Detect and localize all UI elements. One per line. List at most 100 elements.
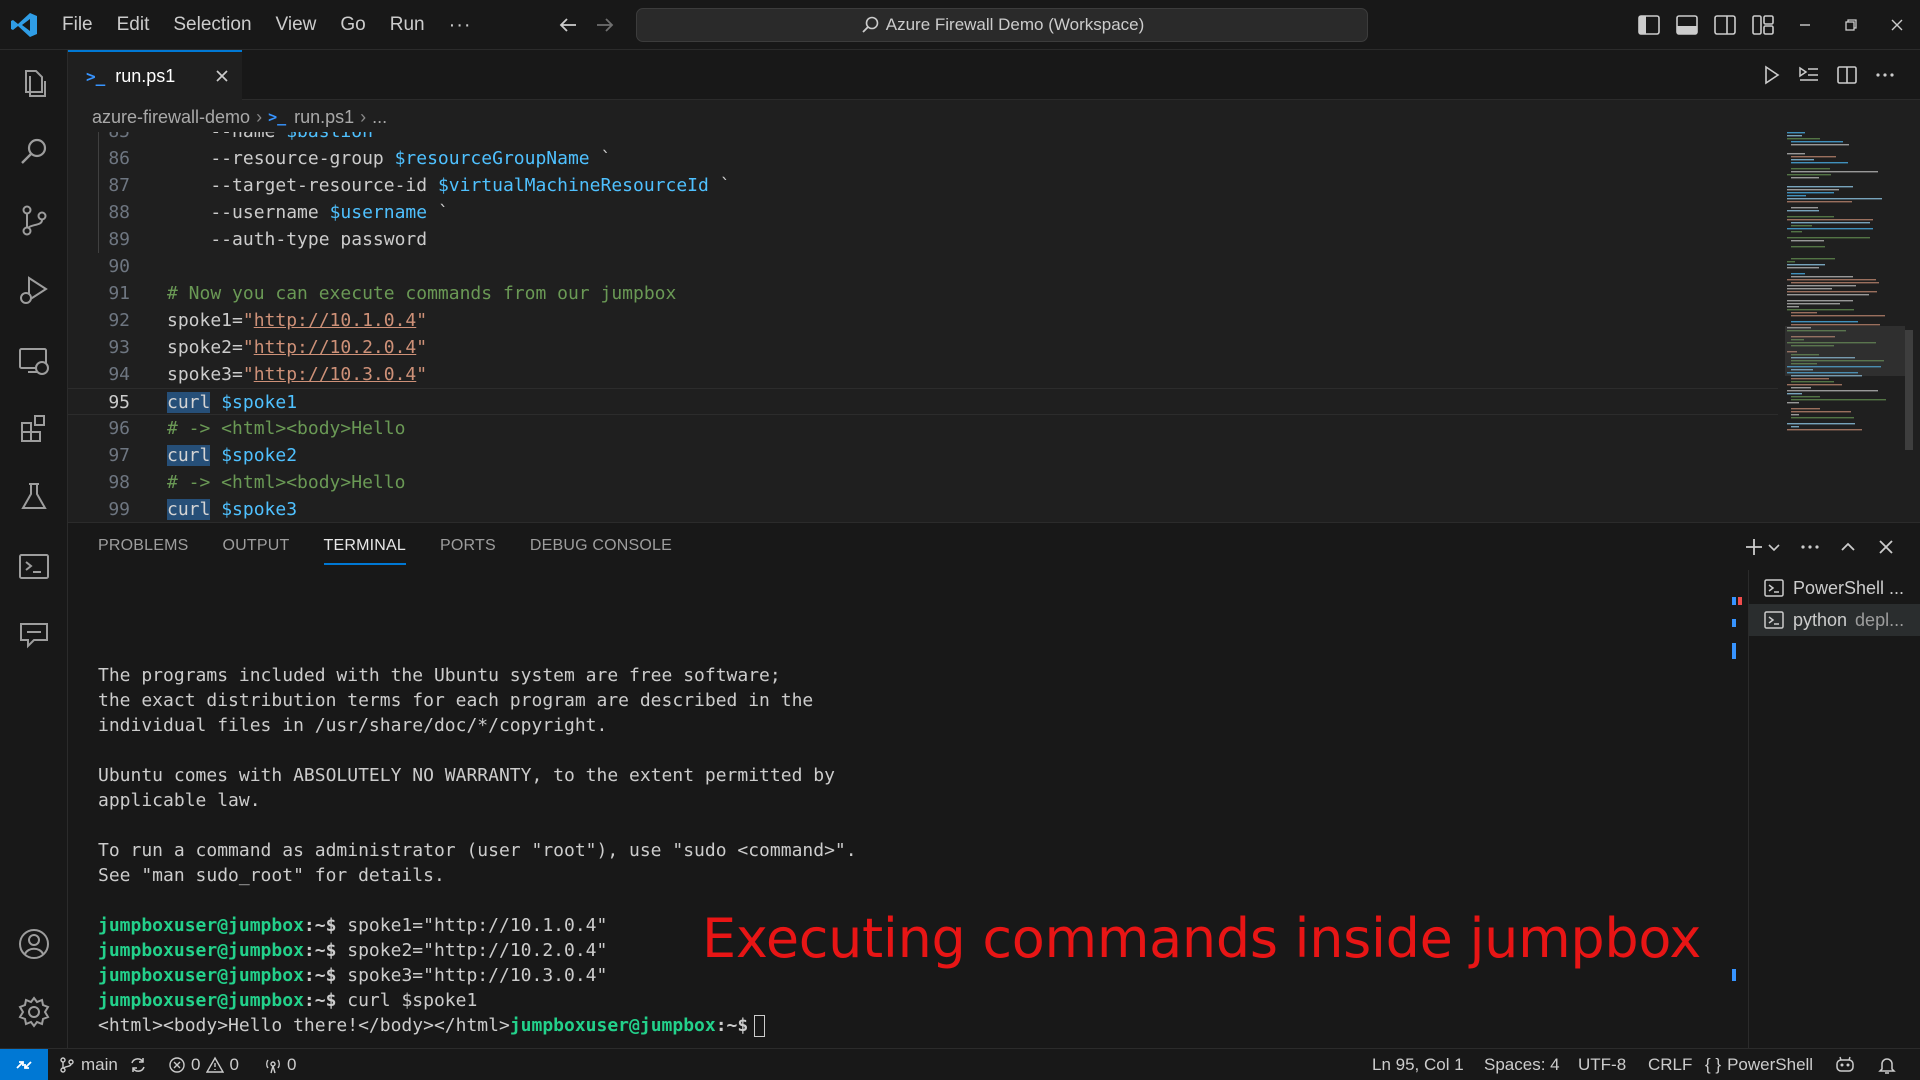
code-line[interactable]: 91 # Now you can execute commands from ou…: [68, 280, 1778, 307]
code-line[interactable]: 85 --name $bastion `: [68, 132, 1778, 145]
tab-terminal[interactable]: TERMINAL: [323, 537, 406, 565]
menu-file[interactable]: File: [50, 8, 105, 42]
menu-edit[interactable]: Edit: [105, 8, 162, 42]
breadcrumb-folder[interactable]: azure-firewall-demo: [92, 107, 250, 128]
extensions-icon[interactable]: [14, 408, 54, 448]
minimap-line: [1791, 159, 1814, 161]
code-line[interactable]: 96 # -> <html><body>Hello: [68, 415, 1778, 442]
minimap-line: [1787, 201, 1852, 203]
command-center-search[interactable]: Azure Firewall Demo (Workspace): [636, 8, 1368, 42]
terminal-line: Ubuntu comes with ABSOLUTELY NO WARRANTY…: [98, 765, 835, 786]
code-line[interactable]: 99 curl $spoke3: [68, 496, 1778, 522]
maximize-panel-icon[interactable]: [1836, 535, 1860, 559]
ports-status[interactable]: 0: [264, 1049, 296, 1080]
panel-more-icon[interactable]: [1798, 535, 1822, 559]
forward-arrow-icon[interactable]: [592, 12, 618, 38]
code-line[interactable]: 98 # -> <html><body>Hello: [68, 469, 1778, 496]
code-line[interactable]: 94 spoke3="http://10.3.0.4": [68, 361, 1778, 388]
language-status[interactable]: { } PowerShell: [1705, 1049, 1813, 1080]
terminal-entry-python[interactable]: python depl...: [1749, 604, 1920, 636]
minimap-line: [1787, 306, 1799, 308]
minimap-line: [1787, 402, 1799, 404]
error-icon: [169, 1057, 185, 1073]
code-line[interactable]: 92 spoke1="http://10.1.0.4": [68, 307, 1778, 334]
menu-selection[interactable]: Selection: [161, 8, 263, 42]
cursor-position[interactable]: Ln 95, Col 1: [1372, 1049, 1464, 1080]
minimize-icon[interactable]: [1792, 12, 1818, 38]
testing-icon[interactable]: [14, 476, 54, 516]
explorer-icon[interactable]: [14, 62, 54, 102]
terminal-icon[interactable]: [14, 546, 54, 586]
accounts-icon[interactable]: [14, 924, 54, 964]
branch-name: main: [81, 1055, 118, 1074]
toggle-secondary-sidebar-icon[interactable]: [1712, 12, 1738, 38]
minimap[interactable]: [1785, 130, 1905, 440]
tab-debug-console[interactable]: DEBUG CONSOLE: [530, 537, 672, 565]
close-panel-icon[interactable]: [1874, 535, 1898, 559]
chat-icon[interactable]: [14, 614, 54, 654]
tab-ports[interactable]: PORTS: [440, 537, 496, 565]
more-actions-icon[interactable]: [1872, 62, 1898, 88]
code-line[interactable]: 88 --username $username `: [68, 199, 1778, 226]
settings-gear-icon[interactable]: [14, 992, 54, 1032]
menu-go[interactable]: Go: [328, 8, 377, 42]
eol-status[interactable]: CRLF: [1648, 1049, 1692, 1080]
customize-layout-icon[interactable]: [1750, 12, 1776, 38]
branch-status[interactable]: main: [58, 1049, 118, 1080]
chevron-right-icon: ›: [360, 106, 367, 127]
new-terminal-icon[interactable]: [1742, 535, 1766, 559]
source-control-icon[interactable]: [14, 200, 54, 240]
run-file-icon[interactable]: [1758, 62, 1784, 88]
code-line[interactable]: 93 spoke2="http://10.2.0.4": [68, 334, 1778, 361]
terminal-entry-powershell[interactable]: PowerShell ...: [1749, 572, 1920, 604]
toggle-panel-icon[interactable]: [1674, 12, 1700, 38]
sync-icon[interactable]: [128, 1049, 153, 1080]
toggle-primary-sidebar-icon[interactable]: [1636, 12, 1662, 38]
code-line[interactable]: 95 curl $spoke1: [68, 388, 1778, 415]
line-code: spoke2="http://10.2.0.4": [167, 337, 428, 358]
close-window-icon[interactable]: [1884, 12, 1910, 38]
menu-run[interactable]: Run: [378, 8, 437, 42]
terminal-output[interactable]: The programs included with the Ubuntu sy…: [98, 663, 1748, 1049]
breadcrumb-more[interactable]: ...: [372, 107, 387, 128]
restore-icon[interactable]: [1838, 12, 1864, 38]
breadcrumb-file[interactable]: run.ps1: [294, 107, 354, 128]
search-icon: [862, 16, 879, 33]
minimap-line: [1787, 210, 1819, 212]
menu-more-button[interactable]: ···: [437, 8, 484, 42]
line-code: --target-resource-id $virtualMachineReso…: [167, 175, 731, 196]
close-tab-icon[interactable]: [212, 66, 232, 86]
powershell-file-icon: >_: [268, 108, 287, 126]
line-number: 95: [108, 392, 130, 413]
problems-status[interactable]: 0 0: [168, 1049, 239, 1080]
code-line[interactable]: 87 --target-resource-id $virtualMachineR…: [68, 172, 1778, 199]
split-editor-icon[interactable]: [1834, 62, 1860, 88]
menu-view[interactable]: View: [264, 8, 329, 42]
code-line[interactable]: 97 curl $spoke2: [68, 442, 1778, 469]
tab-output[interactable]: OUTPUT: [223, 537, 290, 565]
code-line[interactable]: 90: [68, 253, 1778, 280]
remote-explorer-icon[interactable]: [14, 340, 54, 380]
code-editor[interactable]: 85 --name $bastion `86 --resource-group …: [68, 132, 1920, 522]
notifications-bell-icon[interactable]: [1876, 1049, 1903, 1080]
chevron-down-icon[interactable]: [1766, 535, 1782, 559]
minimap-line: [1787, 237, 1870, 239]
copilot-icon[interactable]: [1834, 1049, 1861, 1080]
terminal-motd: The programs included with the Ubuntu sy…: [98, 663, 1748, 913]
encoding-status[interactable]: UTF-8: [1578, 1049, 1626, 1080]
breadcrumb: azure-firewall-demo › >_ run.ps1 › ...: [92, 104, 387, 130]
minimap-line: [1787, 390, 1878, 392]
tab-run-ps1[interactable]: >_ run.ps1: [68, 50, 242, 100]
remote-indicator[interactable]: [0, 1049, 48, 1080]
minimap-viewport[interactable]: [1785, 326, 1905, 376]
tab-problems[interactable]: PROBLEMS: [98, 537, 189, 565]
editor-scrollbar-thumb[interactable]: [1905, 330, 1913, 450]
code-line[interactable]: 86 --resource-group $resourceGroupName `: [68, 145, 1778, 172]
code-line[interactable]: 89 --auth-type password: [68, 226, 1778, 253]
minimap-line: [1791, 426, 1799, 428]
run-selection-icon[interactable]: [1796, 62, 1822, 88]
run-debug-icon[interactable]: [14, 270, 54, 310]
indentation-status[interactable]: Spaces: 4: [1484, 1049, 1560, 1080]
back-arrow-icon[interactable]: [555, 12, 581, 38]
search-icon[interactable]: [14, 132, 54, 172]
